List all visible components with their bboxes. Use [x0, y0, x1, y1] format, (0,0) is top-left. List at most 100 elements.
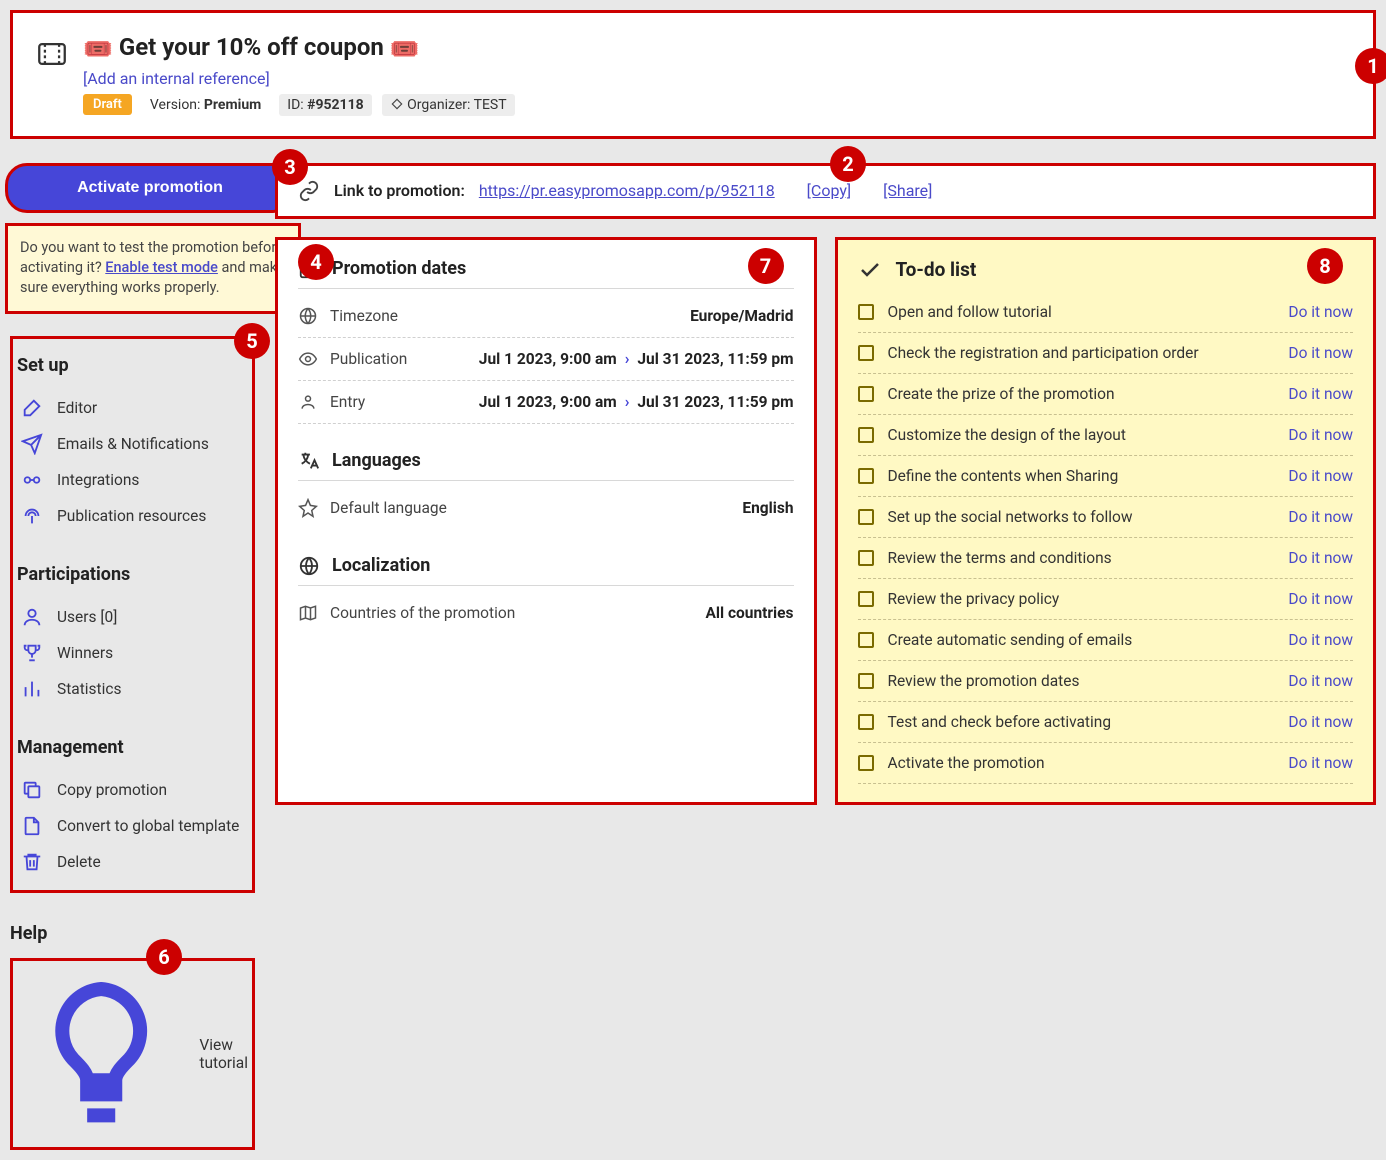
sidebar-item-label: Statistics: [57, 680, 122, 698]
checkbox-icon[interactable]: [858, 345, 874, 361]
sidebar-item-label: Emails & Notifications: [57, 435, 209, 453]
checkbox-icon[interactable]: [858, 591, 874, 607]
link-icon: [298, 180, 320, 202]
checkbox-icon[interactable]: [858, 468, 874, 484]
sidebar-item-label: Publication resources: [57, 507, 206, 525]
checkbox-icon[interactable]: [858, 304, 874, 320]
todo-item: Activate the promotion Do it now: [858, 743, 1354, 784]
trophy-icon: [21, 642, 43, 664]
do-it-now-link[interactable]: Do it now: [1288, 754, 1353, 772]
do-it-now-link[interactable]: Do it now: [1288, 631, 1353, 649]
callout-badge-1: 1: [1355, 48, 1386, 84]
todo-item: Review the promotion datesDo it now: [858, 661, 1354, 702]
sidebar-item-statistics[interactable]: Statistics: [17, 671, 248, 707]
callout-badge-7: 7: [748, 248, 784, 284]
do-it-now-link[interactable]: Do it now: [1288, 549, 1353, 567]
activate-promotion-button[interactable]: Activate promotion: [5, 163, 295, 213]
bar-chart-icon: [21, 678, 43, 700]
sidebar-item-label: Copy promotion: [57, 781, 167, 799]
sidebar-item-emails[interactable]: Emails & Notifications: [17, 426, 248, 462]
eye-icon: [298, 349, 318, 369]
promotion-url-link[interactable]: https://pr.easypromosapp.com/p/952118: [479, 181, 775, 200]
page-title: 🎟️ Get your 10% off coupon 🎟️: [83, 33, 523, 63]
checkmark-icon: [858, 258, 882, 282]
sidebar-item-label: View tutorial: [199, 1036, 248, 1072]
broadcast-icon: [21, 505, 43, 527]
share-link-button[interactable]: [Share]: [883, 181, 932, 200]
callout-badge-6: 6: [146, 939, 182, 975]
send-icon: [21, 433, 43, 455]
do-it-now-link[interactable]: Do it now: [1288, 467, 1353, 485]
checkbox-icon[interactable]: [858, 714, 874, 730]
checkbox-icon[interactable]: [858, 673, 874, 689]
todo-label: Review the privacy policy: [888, 590, 1275, 608]
sidebar-item-copy[interactable]: Copy promotion: [17, 772, 248, 808]
sidebar-item-label: Convert to global template: [57, 817, 239, 835]
sidebar-item-editor[interactable]: Editor: [17, 390, 248, 426]
checkbox-icon[interactable]: [858, 427, 874, 443]
todo-label: Activate the promotion: [888, 754, 1275, 772]
lightbulb-icon: [17, 968, 185, 1140]
star-icon: [298, 498, 318, 518]
user-icon: [298, 392, 318, 412]
timezone-row[interactable]: Timezone Europe/Madrid: [298, 295, 794, 338]
add-internal-reference-link[interactable]: [Add an internal reference]: [83, 69, 523, 88]
todo-item: Define the contents when Sharing Do it no…: [858, 456, 1354, 497]
sidebar: Activate promotion 3 Do you want to test…: [10, 163, 255, 1150]
todo-item: Open and follow tutorial Do it now: [858, 292, 1354, 333]
sidebar-item-integrations[interactable]: Integrations: [17, 462, 248, 498]
todo-item: Test and check before activatingDo it no…: [858, 702, 1354, 743]
do-it-now-link[interactable]: Do it now: [1288, 672, 1353, 690]
checkbox-icon[interactable]: [858, 509, 874, 525]
sidebar-sections-box: 5 Set up Editor Emails & Notifications I…: [10, 336, 255, 893]
checkbox-icon[interactable]: [858, 632, 874, 648]
checkbox-icon[interactable]: [858, 755, 874, 771]
sidebar-item-delete[interactable]: Delete: [17, 844, 248, 880]
test-mode-callout: Do you want to test the promotion before…: [5, 223, 301, 314]
enable-test-mode-link[interactable]: Enable test mode: [105, 259, 218, 276]
link-card: Link to promotion: https://pr.easypromos…: [275, 163, 1376, 219]
do-it-now-link[interactable]: Do it now: [1288, 344, 1353, 362]
do-it-now-link[interactable]: Do it now: [1288, 590, 1353, 608]
todo-label: Create automatic sending of emails: [888, 631, 1275, 649]
sidebar-section-help: Help View tutorial 6: [10, 923, 255, 1150]
todo-label: Customize the design of the layout: [888, 426, 1275, 444]
sidebar-item-tutorial[interactable]: View tutorial 6: [10, 958, 255, 1150]
countries-row[interactable]: Countries of the promotion All countries: [298, 592, 794, 634]
callout-badge-5: 5: [234, 323, 270, 359]
sidebar-item-winners[interactable]: Winners: [17, 635, 248, 671]
callout-badge-3: 3: [272, 149, 308, 185]
sidebar-item-users[interactable]: Users [0]: [17, 599, 248, 635]
do-it-now-link[interactable]: Do it now: [1288, 385, 1353, 403]
checkbox-icon[interactable]: [858, 386, 874, 402]
todo-label: Define the contents when Sharing: [888, 467, 1275, 485]
sidebar-section-participations: Participations: [17, 564, 248, 585]
sidebar-item-convert[interactable]: Convert to global template: [17, 808, 248, 844]
do-it-now-link[interactable]: Do it now: [1288, 713, 1353, 731]
link-label: Link to promotion:: [334, 181, 465, 200]
todo-label: Open and follow tutorial: [888, 303, 1275, 321]
sidebar-section-setup: Set up: [17, 355, 248, 376]
entry-row[interactable]: Entry Jul 1 2023, 9:00 am › Jul 31 2023,…: [298, 381, 794, 424]
todo-item: Review the terms and conditionsDo it now: [858, 538, 1354, 579]
sidebar-item-label: Users [0]: [57, 608, 117, 626]
todo-card: 8 To-do list Open and follow tutorialDo …: [835, 237, 1377, 805]
checkbox-icon[interactable]: [858, 550, 874, 566]
globe-icon: [298, 555, 320, 577]
todo-item: Check the registration and participation…: [858, 333, 1354, 374]
todo-label: Create the prize of the promotion: [888, 385, 1275, 403]
sidebar-item-publication[interactable]: Publication resources: [17, 498, 248, 534]
coupon-icon: [35, 37, 69, 71]
callout-badge-8: 8: [1307, 248, 1343, 284]
default-language-row[interactable]: Default language English: [298, 487, 794, 529]
user-icon: [21, 606, 43, 628]
sidebar-item-label: Editor: [57, 399, 97, 417]
callout-badge-2: 2: [830, 146, 866, 182]
do-it-now-link[interactable]: Do it now: [1288, 508, 1353, 526]
do-it-now-link[interactable]: Do it now: [1288, 426, 1353, 444]
sidebar-item-label: Integrations: [57, 471, 139, 489]
version-label: Version: Premium: [142, 94, 269, 116]
publication-row[interactable]: Publication Jul 1 2023, 9:00 am › Jul 31…: [298, 338, 794, 381]
copy-link-button[interactable]: [Copy]: [807, 181, 852, 200]
do-it-now-link[interactable]: Do it now: [1288, 303, 1353, 321]
